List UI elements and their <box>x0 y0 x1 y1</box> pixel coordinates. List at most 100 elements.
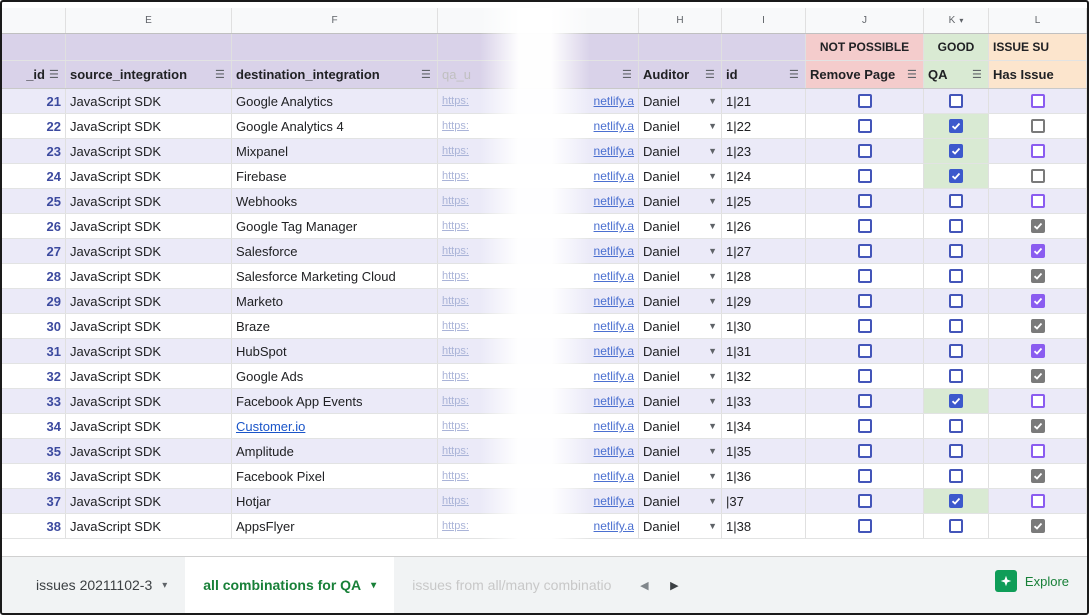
cell-auditor[interactable]: Daniel ▼ <box>639 514 722 538</box>
filter-icon[interactable]: ☰ <box>907 68 919 81</box>
cell-auditor[interactable]: Daniel ▼ <box>639 114 722 138</box>
tab-issues-from-all-many[interactable]: issues from all/many combinatio <box>394 557 629 613</box>
dropdown-arrow-icon[interactable]: ▼ <box>708 171 717 181</box>
cell-qa[interactable] <box>924 364 989 388</box>
url-link-end[interactable]: netlify.a <box>594 444 634 458</box>
url-link-end[interactable]: netlify.a <box>594 294 634 308</box>
qa-checkbox[interactable] <box>949 244 963 258</box>
cell-has-issue[interactable] <box>989 239 1087 263</box>
url-link-end[interactable]: netlify.a <box>594 169 634 183</box>
header-has-issue[interactable]: Has Issue <box>989 61 1087 88</box>
cell-destination[interactable]: Salesforce Marketing Cloud <box>232 264 438 288</box>
cell-auditor[interactable]: Daniel ▼ <box>639 189 722 213</box>
cell-id[interactable]: 37 <box>2 489 66 513</box>
cell-destination[interactable]: Amplitude <box>232 439 438 463</box>
cell-source[interactable]: JavaScript SDK <box>66 189 232 213</box>
cell-source[interactable]: JavaScript SDK <box>66 489 232 513</box>
explore-button[interactable]: Explore <box>994 570 1069 592</box>
remove-page-checkbox[interactable] <box>857 469 872 483</box>
cell-auditor[interactable]: Daniel ▼ <box>639 289 722 313</box>
cell-destination[interactable]: Braze <box>232 314 438 338</box>
cell-url[interactable]: https: netlify.a <box>438 89 639 113</box>
column-letter-h[interactable]: H <box>639 8 722 33</box>
cell-i[interactable]: 1|25 <box>722 189 806 213</box>
qa-checkbox[interactable] <box>949 519 963 533</box>
url-link-start[interactable]: https: <box>442 345 482 357</box>
remove-page-checkbox[interactable] <box>857 94 872 108</box>
url-link-start[interactable]: https: <box>442 320 482 332</box>
url-link-end[interactable]: netlify.a <box>594 319 634 333</box>
has-issue-checkbox[interactable] <box>1030 194 1045 208</box>
column-menu-icon[interactable]: ▾ <box>959 16 963 25</box>
cell-source[interactable]: JavaScript SDK <box>66 314 232 338</box>
cell-has-issue[interactable] <box>989 264 1087 288</box>
category-cell[interactable] <box>66 34 232 60</box>
header-i[interactable]: id ☰ <box>722 61 806 88</box>
has-issue-checkbox[interactable] <box>1030 369 1045 383</box>
url-link-end[interactable]: netlify.a <box>594 344 634 358</box>
cell-has-issue[interactable] <box>989 214 1087 238</box>
url-link-start[interactable]: https: <box>442 370 482 382</box>
cell-id[interactable]: 36 <box>2 464 66 488</box>
cell-id[interactable]: 21 <box>2 89 66 113</box>
qa-checkbox[interactable] <box>949 494 963 508</box>
cell-source[interactable]: JavaScript SDK <box>66 164 232 188</box>
remove-page-checkbox[interactable] <box>857 169 872 183</box>
cell-remove-page[interactable] <box>806 314 924 338</box>
cell-id[interactable]: 33 <box>2 389 66 413</box>
cell-qa[interactable] <box>924 514 989 538</box>
scroll-tabs-right-icon[interactable]: ▶ <box>659 570 689 600</box>
cell-destination[interactable]: Facebook Pixel <box>232 464 438 488</box>
cell-auditor[interactable]: Daniel ▼ <box>639 389 722 413</box>
cell-url[interactable]: https: netlify.a <box>438 439 639 463</box>
column-letter-k[interactable]: K ▾ <box>924 8 989 33</box>
cell-qa[interactable] <box>924 439 989 463</box>
cell-auditor[interactable]: Daniel ▼ <box>639 339 722 363</box>
qa-checkbox[interactable] <box>949 169 963 183</box>
cell-url[interactable]: https: netlify.a <box>438 314 639 338</box>
column-letter-f[interactable]: F <box>232 8 438 33</box>
header-qa[interactable]: QA ☰ <box>924 61 989 88</box>
cell-destination[interactable]: AppsFlyer <box>232 514 438 538</box>
dropdown-arrow-icon[interactable]: ▼ <box>708 371 717 381</box>
url-link-end[interactable]: netlify.a <box>594 469 634 483</box>
cell-id[interactable]: 32 <box>2 364 66 388</box>
cell-has-issue[interactable] <box>989 414 1087 438</box>
cell-source[interactable]: JavaScript SDK <box>66 514 232 538</box>
remove-page-checkbox[interactable] <box>857 144 872 158</box>
cell-auditor[interactable]: Daniel ▼ <box>639 489 722 513</box>
cell-destination[interactable]: Google Analytics 4 <box>232 114 438 138</box>
cell-i[interactable]: 1|31 <box>722 339 806 363</box>
dropdown-arrow-icon[interactable]: ▼ <box>708 446 717 456</box>
cell-id[interactable]: 35 <box>2 439 66 463</box>
header-destination[interactable]: destination_integration ☰ <box>232 61 438 88</box>
cell-i[interactable]: 1|22 <box>722 114 806 138</box>
chevron-down-icon[interactable]: ▾ <box>162 580 167 591</box>
cell-i[interactable]: 1|23 <box>722 139 806 163</box>
cell-id[interactable]: 34 <box>2 414 66 438</box>
cell-qa[interactable] <box>924 114 989 138</box>
cell-i[interactable]: 1|29 <box>722 289 806 313</box>
url-link-start[interactable]: https: <box>442 195 482 207</box>
qa-checkbox[interactable] <box>949 194 963 208</box>
cell-has-issue[interactable] <box>989 389 1087 413</box>
has-issue-checkbox[interactable] <box>1030 94 1045 108</box>
cell-qa[interactable] <box>924 314 989 338</box>
cell-has-issue[interactable] <box>989 489 1087 513</box>
cell-has-issue[interactable] <box>989 314 1087 338</box>
cell-source[interactable]: JavaScript SDK <box>66 114 232 138</box>
tab-issues-20211102-3[interactable]: issues 20211102-3 ▾ <box>18 557 185 613</box>
cell-source[interactable]: JavaScript SDK <box>66 89 232 113</box>
cell-auditor[interactable]: Daniel ▼ <box>639 214 722 238</box>
column-letter[interactable] <box>2 8 66 33</box>
cell-has-issue[interactable] <box>989 89 1087 113</box>
cell-destination[interactable]: Webhooks <box>232 189 438 213</box>
dropdown-arrow-icon[interactable]: ▼ <box>708 321 717 331</box>
url-link-start[interactable]: https: <box>442 120 482 132</box>
category-cell[interactable] <box>722 34 806 60</box>
column-letter-e[interactable]: E <box>66 8 232 33</box>
cell-qa[interactable] <box>924 489 989 513</box>
tab-all-combinations-for-qa[interactable]: all combinations for QA ▾ <box>185 557 395 613</box>
url-link-end[interactable]: netlify.a <box>594 144 634 158</box>
cell-source[interactable]: JavaScript SDK <box>66 339 232 363</box>
